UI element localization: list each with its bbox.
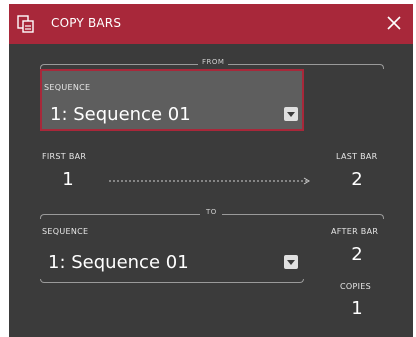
first-bar-label: FIRST BAR [42,152,87,161]
copies-value[interactable]: 1 [342,298,372,319]
from-sequence-value: 1: Sequence 01 [50,104,191,125]
last-bar-value[interactable]: 2 [342,169,372,190]
from-section-label: FROM [202,58,225,66]
from-separator: FROM [40,58,384,69]
to-sequence-value: 1: Sequence 01 [48,252,189,273]
after-bar-value[interactable]: 2 [342,244,372,265]
first-bar-value[interactable]: 1 [53,169,83,190]
close-icon[interactable] [385,14,403,32]
after-bar-label: AFTER BAR [331,227,379,236]
range-arrow-icon [109,177,310,185]
dialog-title: COPY BARS [51,16,122,30]
from-sequence-label: SEQUENCE [44,83,91,92]
to-section-label: TO [206,208,217,216]
to-sequence-underline [40,279,304,283]
to-sequence-label: SEQUENCE [42,227,89,236]
to-separator: TO [40,208,384,219]
copy-bars-dialog: COPY BARS FROM SEQUENCE 1: Sequence 01 F… [9,4,413,337]
chevron-down-icon[interactable] [284,255,298,269]
copy-bars-icon [17,15,34,33]
dialog-titlebar: COPY BARS [9,4,413,44]
from-sequence-select[interactable]: SEQUENCE 1: Sequence 01 [40,69,304,131]
copies-label: COPIES [340,282,371,291]
to-sequence-select[interactable]: SEQUENCE 1: Sequence 01 [40,222,304,282]
last-bar-label: LAST BAR [336,152,378,161]
chevron-down-icon[interactable] [284,107,298,121]
